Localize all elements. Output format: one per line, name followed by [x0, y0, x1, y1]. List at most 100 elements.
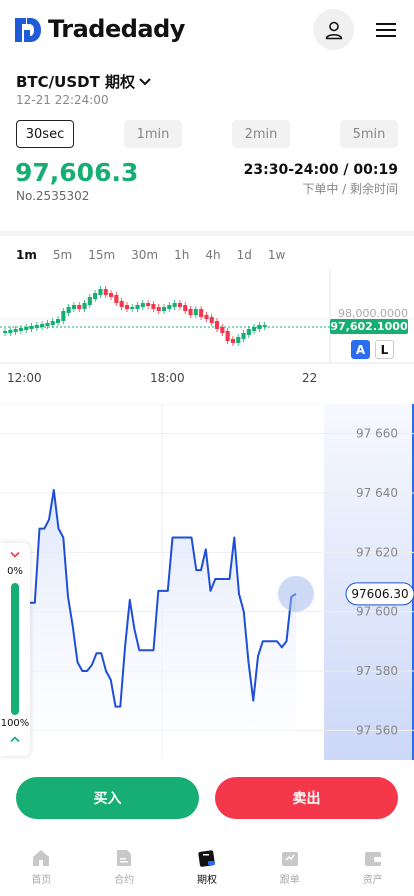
pair-label: BTC/USDT 期权 [16, 73, 136, 91]
candle [82, 303, 87, 309]
candle [40, 324, 45, 327]
tab-options[interactable]: 期权 [166, 838, 249, 896]
tab-assets[interactable]: 资产 [331, 838, 414, 896]
y-tick-label: 97 640 [356, 486, 398, 500]
time-note: 下单中 / 剩余时间 [302, 182, 398, 196]
y-tick-label: 97 580 [356, 664, 398, 678]
candle [167, 305, 172, 309]
tf-30m[interactable]: 30m [131, 248, 158, 262]
candle [103, 289, 108, 295]
bottom-tab-bar: 首页 合约 期权 跟单 资产 [0, 838, 414, 896]
candle [146, 303, 151, 306]
candle [257, 325, 262, 329]
buy-button[interactable]: 买入 [16, 777, 199, 819]
candle [130, 307, 135, 309]
candle [241, 333, 246, 339]
sentiment-top-label: 0% [7, 566, 23, 577]
candle [252, 327, 257, 331]
sentiment-bottom-label: 100% [0, 718, 30, 729]
candle [124, 305, 129, 309]
candle [119, 301, 124, 307]
current-price: 97,606.3 [15, 158, 139, 187]
chevron-down-icon[interactable] [9, 551, 21, 559]
chevron-down-icon [139, 77, 151, 85]
section-divider [0, 231, 414, 236]
chart-mode-l-button[interactable]: L [375, 340, 394, 359]
x-label-1200: 12:00 [7, 371, 42, 385]
candle [18, 328, 23, 331]
period-1min[interactable]: 1min [124, 120, 182, 148]
candle [50, 321, 55, 325]
tf-5m[interactable]: 5m [53, 248, 72, 262]
candle [3, 331, 8, 333]
sentiment-panel: 0% 100% [0, 543, 30, 756]
candle [45, 323, 50, 326]
candle [140, 303, 145, 307]
candle [87, 297, 92, 305]
candle [98, 289, 103, 295]
sell-button[interactable]: 卖出 [215, 777, 398, 819]
candle [215, 321, 220, 329]
candle [13, 329, 18, 332]
user-button[interactable] [313, 9, 354, 50]
tf-1m[interactable]: 1m [16, 248, 37, 262]
tab-label: 期权 [196, 875, 217, 886]
price-tag: 97,602.1000 [330, 320, 408, 333]
logo-icon [15, 18, 41, 42]
period-30sec[interactable]: 30sec [16, 120, 74, 148]
tf-1w[interactable]: 1w [268, 248, 285, 262]
order-number: No.2535302 [16, 189, 90, 203]
tf-15m[interactable]: 15m [88, 248, 115, 262]
candle [156, 307, 161, 311]
candle [230, 339, 235, 343]
tab-copy-trade[interactable]: 跟单 [248, 838, 331, 896]
hamburger-icon [376, 23, 396, 37]
candle [29, 326, 34, 329]
y-tick-label: 97 660 [356, 427, 398, 441]
pair-selector[interactable]: BTC/USDT 期权 [16, 71, 151, 92]
candle [220, 327, 225, 333]
chart-mode-a-button[interactable]: A [351, 340, 370, 359]
candle [34, 325, 39, 328]
time-range: 23:30-24:00 / 00:19 [243, 162, 398, 178]
app-root: Tradedady BTC/USDT 期权 12-21 22:24:00 30s… [0, 0, 414, 896]
candle [193, 309, 198, 315]
tf-1h[interactable]: 1h [174, 248, 189, 262]
expiry-band [324, 404, 414, 760]
period-2min[interactable]: 2min [232, 120, 290, 148]
candle [183, 305, 188, 311]
candle [77, 305, 82, 309]
options-icon [198, 850, 215, 867]
candle [225, 331, 230, 341]
sentiment-bar [11, 583, 19, 715]
candle [66, 307, 71, 313]
candle [71, 305, 76, 309]
candle [162, 307, 167, 311]
user-icon [325, 21, 342, 39]
current-price-label-group: 97606.30 [345, 582, 414, 606]
copy-trade-icon [281, 852, 298, 866]
app-name: Tradedady [48, 15, 185, 43]
x-label-22: 22 [302, 371, 317, 385]
candle [8, 330, 13, 333]
tab-contract[interactable]: 合约 [83, 838, 166, 896]
tab-label: 资产 [362, 875, 383, 886]
candlestick-chart[interactable]: 98,000.0000 97,602.1000 12:00 18:00 22 [0, 270, 414, 390]
period-5min[interactable]: 5min [340, 120, 398, 148]
tab-label: 跟单 [279, 875, 300, 886]
candle [56, 319, 61, 323]
candle [262, 325, 267, 327]
menu-button[interactable] [373, 17, 399, 43]
chevron-up-icon[interactable] [9, 735, 21, 743]
y-tick-label: 97 600 [356, 605, 398, 619]
tab-home[interactable]: 首页 [0, 838, 83, 896]
candle [61, 311, 66, 321]
wallet-icon [364, 852, 381, 866]
tf-4h[interactable]: 4h [205, 248, 220, 262]
price-line-chart[interactable]: 97 660 97 640 97 620 97 600 97 580 97 560 976… [0, 404, 414, 760]
tf-1d[interactable]: 1d [237, 248, 252, 262]
candle [93, 293, 98, 299]
candle [135, 305, 140, 309]
candle [151, 304, 156, 309]
tab-label: 合约 [114, 875, 135, 886]
